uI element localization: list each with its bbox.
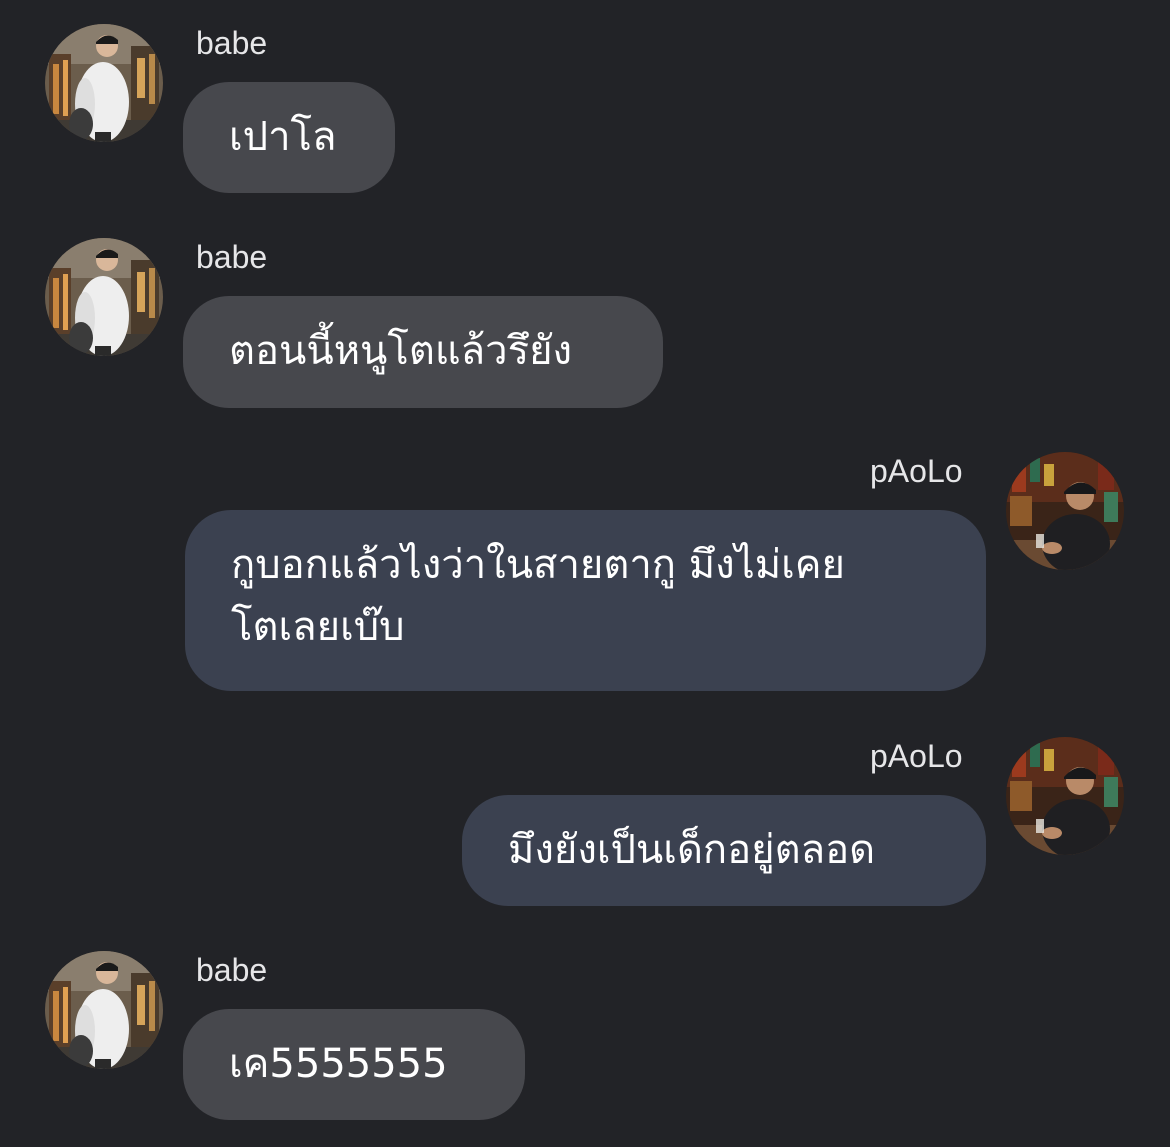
incoming-message-bubble[interactable]: เปาโล <box>183 82 395 193</box>
sender-name: pAoLo <box>870 738 963 774</box>
paolo-avatar[interactable] <box>1006 452 1124 570</box>
incoming-message-bubble[interactable]: เค5555555 <box>183 1009 525 1120</box>
babe-avatar[interactable] <box>45 24 163 142</box>
sender-name: babe <box>196 239 268 275</box>
sender-name: babe <box>196 952 268 988</box>
sender-name: babe <box>196 25 268 61</box>
outgoing-message-bubble[interactable]: มึงยังเป็นเด็กอยู่ตลอด <box>462 795 986 906</box>
incoming-message-bubble[interactable]: ตอนนี้หนูโตแล้วรึยัง <box>183 296 663 408</box>
message-text-line: กูบอกแล้วไงว่าในสายตากู มึงไม่เคย <box>231 542 845 588</box>
sender-name: pAoLo <box>870 453 963 489</box>
babe-avatar[interactable] <box>45 951 163 1069</box>
babe-avatar[interactable] <box>45 238 163 356</box>
outgoing-message-bubble[interactable]: กูบอกแล้วไงว่าในสายตากู มึงไม่เคย โตเลยเ… <box>185 510 986 691</box>
message-text-line: โตเลยเบ๊บ <box>231 604 405 650</box>
paolo-avatar[interactable] <box>1006 737 1124 855</box>
